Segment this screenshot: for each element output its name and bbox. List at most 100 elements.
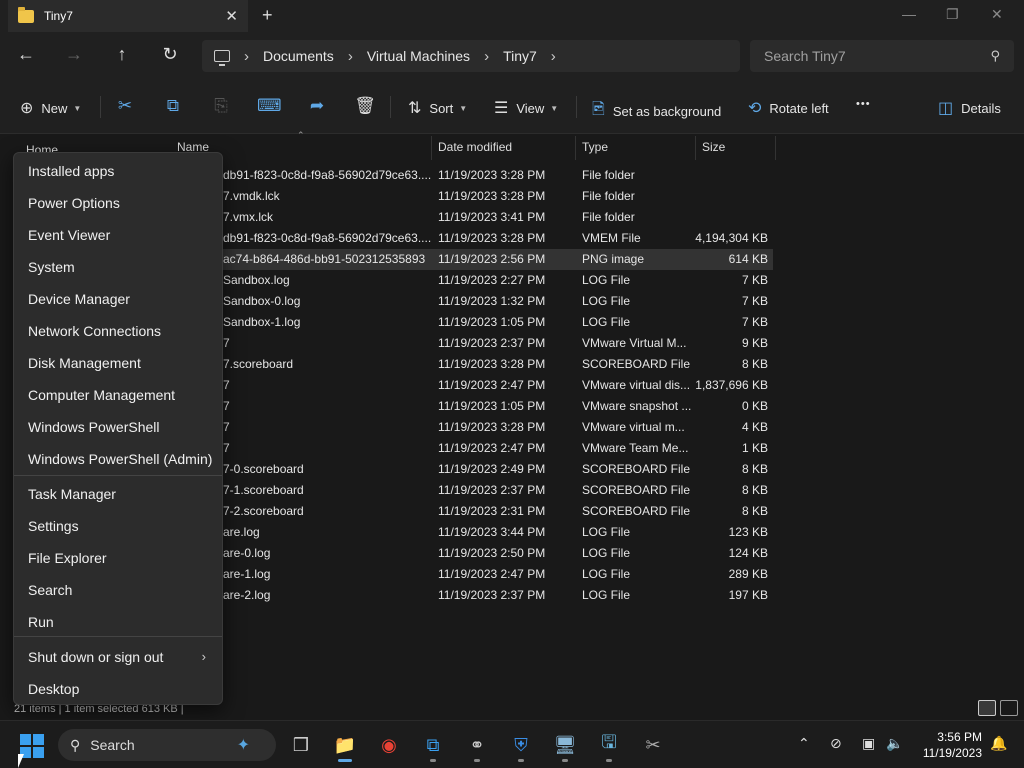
details-pane-button[interactable]: ◫ Details xyxy=(938,98,1001,118)
menu-item-windows-powershell-admin[interactable]: Windows PowerShell (Admin) xyxy=(28,451,212,467)
column-header-date-modified[interactable]: Date modified xyxy=(438,134,512,160)
table-row[interactable]: Sandbox.log 11/19/2023 2:27 PM LOG File 7 K… xyxy=(175,270,773,291)
new-button[interactable]: ⊕ New ▼ xyxy=(20,98,81,118)
cut-icon[interactable]: ✂ xyxy=(113,96,137,116)
breadcrumb-separator[interactable]: › xyxy=(348,48,353,65)
table-row[interactable]: are-1.log 11/19/2023 2:47 PM LOG File 289 K… xyxy=(175,564,773,585)
table-row[interactable]: are-0.log 11/19/2023 2:50 PM LOG File 124 K… xyxy=(175,543,773,564)
column-divider[interactable] xyxy=(695,136,696,160)
address-bar[interactable]: › Documents › Virtual Machines › Tiny7 › xyxy=(202,40,740,72)
table-row[interactable]: 7-0.scoreboard 11/19/2023 2:49 PM SCOREBOA… xyxy=(175,459,773,480)
maximize-button[interactable]: ❐ xyxy=(946,6,959,23)
breadcrumb-documents[interactable]: Documents xyxy=(263,48,334,64)
large-icons-view-button[interactable] xyxy=(1000,700,1018,716)
view-button[interactable]: ☰ View ▼ xyxy=(494,98,558,118)
chrome-icon[interactable]: ◉ xyxy=(375,731,403,759)
navigation-bar: ← → ↑ ↻ › Documents › Virtual Machines ›… xyxy=(0,32,1024,80)
refresh-button[interactable]: ↻ xyxy=(158,44,182,65)
speaker-icon[interactable]: 🔈 xyxy=(886,735,903,752)
close-tab-icon[interactable]: ✕ xyxy=(225,7,238,25)
menu-item-settings[interactable]: Settings xyxy=(28,518,79,534)
notification-bell-icon[interactable]: 🔔 xyxy=(990,735,1007,752)
table-row[interactable]: are-2.log 11/19/2023 2:37 PM LOG File 197 K… xyxy=(175,585,773,606)
table-row[interactable]: Sandbox-0.log 11/19/2023 1:32 PM LOG File 7… xyxy=(175,291,773,312)
menu-item-disk-management[interactable]: Disk Management xyxy=(28,355,141,371)
vmware-icon[interactable]: ⧉ xyxy=(419,731,447,759)
app-indicator xyxy=(430,759,436,762)
taskbar-search[interactable]: ⚲ Search ✦ xyxy=(58,729,276,761)
table-row[interactable]: 7.vmx.lck 11/19/2023 3:41 PM File folder xyxy=(175,207,773,228)
set-as-background-button[interactable]: 🖻 Set as background xyxy=(592,98,721,125)
rotate-left-button[interactable]: ⟲ Rotate left xyxy=(748,98,829,118)
breadcrumb-tiny7[interactable]: Tiny7 xyxy=(503,48,537,64)
breadcrumb-separator[interactable]: › xyxy=(484,48,489,65)
menu-item-installed-apps[interactable]: Installed apps xyxy=(28,163,114,179)
menu-item-system[interactable]: System xyxy=(28,259,75,275)
table-row[interactable]: 7 11/19/2023 3:28 PM VMware virtual m... 4 … xyxy=(175,417,773,438)
up-button[interactable]: ↑ xyxy=(110,44,134,65)
menu-item-search[interactable]: Search xyxy=(28,582,72,598)
menu-item-desktop[interactable]: Desktop xyxy=(28,681,79,697)
rename-icon[interactable]: ⌨ xyxy=(257,96,282,116)
minimize-button[interactable]: — xyxy=(902,6,916,22)
delete-icon[interactable]: 🗑 xyxy=(353,96,377,116)
table-row[interactable]: 7.vmdk.lck 11/19/2023 3:28 PM File folder xyxy=(175,186,773,207)
display-icon[interactable]: ▣ xyxy=(862,735,875,752)
remote-desktop-icon[interactable]: 🖥 xyxy=(551,731,579,759)
column-divider[interactable] xyxy=(575,136,576,160)
menu-item-task-manager[interactable]: Task Manager xyxy=(28,486,116,502)
snipping-tool-icon[interactable]: ✂ xyxy=(639,731,667,759)
search-input[interactable]: Search Tiny7 ⚲ xyxy=(750,40,1014,72)
table-row[interactable]: are.log 11/19/2023 3:44 PM LOG File 123 KB xyxy=(175,522,773,543)
column-divider[interactable] xyxy=(431,136,432,160)
this-pc-icon[interactable] xyxy=(214,50,230,66)
menu-item-event-viewer[interactable]: Event Viewer xyxy=(28,227,110,243)
new-tab-button[interactable]: + xyxy=(262,5,273,26)
column-divider[interactable] xyxy=(775,136,776,160)
network-off-icon[interactable]: ⊘ xyxy=(830,735,842,752)
task-view-icon[interactable]: ❒ xyxy=(287,731,315,759)
menu-item-file-explorer[interactable]: File Explorer xyxy=(28,550,107,566)
defender-shield-icon[interactable]: ⛨ xyxy=(507,731,535,759)
tab-tiny7[interactable]: Tiny7 ✕ xyxy=(8,0,248,32)
menu-item-shut-down-or-sign-out[interactable]: Shut down or sign out xyxy=(28,649,163,665)
file-explorer-icon[interactable]: 📁 xyxy=(331,731,359,759)
table-row[interactable]: 7 11/19/2023 2:47 PM VMware virtual dis...… xyxy=(175,375,773,396)
table-row[interactable]: 7 11/19/2023 1:05 PM VMware snapshot ... 0 … xyxy=(175,396,773,417)
forward-button[interactable]: → xyxy=(62,44,86,65)
menu-item-network-connections[interactable]: Network Connections xyxy=(28,323,161,339)
menu-item-power-options[interactable]: Power Options xyxy=(28,195,120,211)
table-row[interactable]: ac74-b864-486d-bb91-502312535893 11/19/20… xyxy=(175,249,773,270)
chevron-down-icon: ▼ xyxy=(73,103,82,113)
column-header-size[interactable]: Size xyxy=(702,134,725,160)
details-view-button[interactable] xyxy=(978,700,996,716)
paste-icon[interactable]: ⎘ xyxy=(209,96,233,116)
sort-button[interactable]: ⇅ Sort ▼ xyxy=(408,98,467,118)
back-button[interactable]: ← xyxy=(14,44,38,65)
table-row[interactable]: db91-f823-0c8d-f9a8-56902d79ce63.... 11/1… xyxy=(175,165,773,186)
table-row[interactable]: 7-2.scoreboard 11/19/2023 2:31 PM SCOREBOA… xyxy=(175,501,773,522)
control-panel-icon[interactable]: 🖫 xyxy=(595,731,623,759)
obs-icon[interactable]: ⚭ xyxy=(463,731,491,759)
column-header-type[interactable]: Type xyxy=(582,134,608,160)
table-row[interactable]: 7 11/19/2023 2:47 PM VMware Team Me... 1 KB xyxy=(175,438,773,459)
breadcrumb-separator[interactable]: › xyxy=(244,48,249,65)
menu-item-windows-powershell[interactable]: Windows PowerShell xyxy=(28,419,160,435)
table-row[interactable]: Sandbox-1.log 11/19/2023 1:05 PM LOG File 7… xyxy=(175,312,773,333)
table-row[interactable]: 7 11/19/2023 2:37 PM VMware Virtual M... 9 … xyxy=(175,333,773,354)
table-row[interactable]: 7.scoreboard 11/19/2023 3:28 PM SCOREBOARD… xyxy=(175,354,773,375)
more-options-button[interactable]: ••• xyxy=(856,98,871,110)
menu-item-device-manager[interactable]: Device Manager xyxy=(28,291,130,307)
system-clock[interactable]: 3:56 PM 11/19/2023 xyxy=(910,729,982,761)
breadcrumb-virtual-machines[interactable]: Virtual Machines xyxy=(367,48,470,64)
menu-item-computer-management[interactable]: Computer Management xyxy=(28,387,175,403)
table-row[interactable]: 7-1.scoreboard 11/19/2023 2:37 PM SCOREBOA… xyxy=(175,480,773,501)
menu-item-run[interactable]: Run xyxy=(28,614,54,630)
chevron-up-icon[interactable]: ⌃ xyxy=(798,735,810,752)
copy-icon[interactable]: ⧉ xyxy=(161,96,185,116)
close-window-button[interactable]: ✕ xyxy=(991,6,1003,23)
file-size: 7 KB xyxy=(741,294,768,308)
breadcrumb-separator[interactable]: › xyxy=(551,48,556,65)
share-icon[interactable]: ➦ xyxy=(305,96,329,116)
table-row[interactable]: db91-f823-0c8d-f9a8-56902d79ce63.... 11/1… xyxy=(175,228,773,249)
